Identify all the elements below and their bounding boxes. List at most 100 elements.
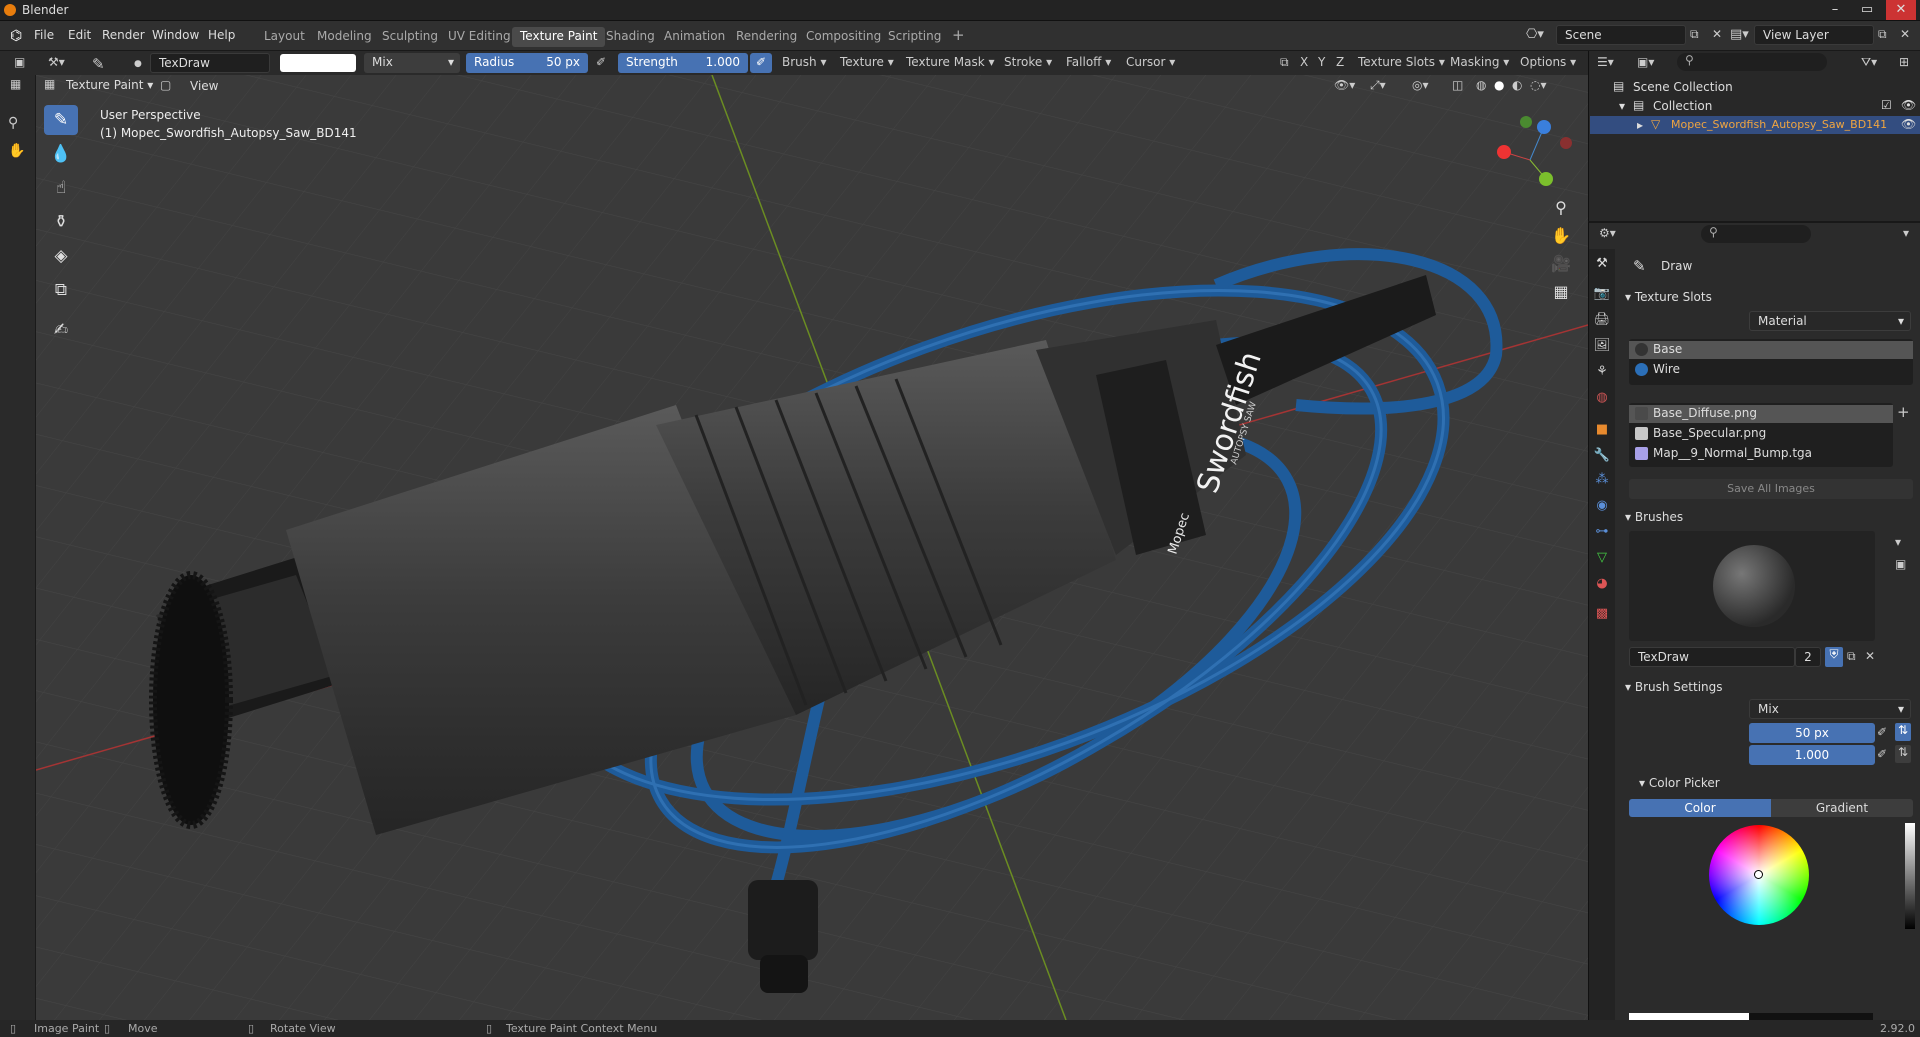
- radius-unit-toggle-icon[interactable]: ⇅: [1895, 723, 1911, 741]
- scene-icon[interactable]: ⎔▾: [1526, 27, 1544, 42]
- brush-color-swatch[interactable]: [280, 54, 356, 72]
- mask-tool-icon[interactable]: ⧉: [44, 275, 78, 305]
- tab-modeling[interactable]: Modeling: [309, 27, 380, 47]
- modifier-tab-icon[interactable]: 🔧: [1593, 447, 1611, 465]
- material-tab-icon[interactable]: ◕: [1593, 575, 1611, 593]
- add-texture-slot-icon[interactable]: +: [1897, 403, 1910, 421]
- list-item[interactable]: Map__9_Normal_Bump.tga: [1629, 445, 1893, 463]
- menu-edit[interactable]: Edit: [68, 28, 91, 42]
- list-item[interactable]: Base: [1629, 341, 1913, 359]
- scene-tab-icon[interactable]: ⚘: [1593, 363, 1611, 381]
- scene-collection-label[interactable]: Scene Collection: [1633, 80, 1733, 94]
- wireframe-shading-icon[interactable]: ◍: [1476, 78, 1486, 92]
- menu-render[interactable]: Render: [102, 28, 145, 42]
- blend-dropdown[interactable]: Mix ▾: [364, 53, 460, 73]
- collection-label[interactable]: Collection: [1653, 99, 1712, 113]
- world-tab-icon[interactable]: ◍: [1593, 389, 1611, 407]
- object-expand-icon[interactable]: ▸: [1637, 118, 1643, 132]
- collection-checkbox-icon[interactable]: ☑: [1881, 98, 1892, 112]
- strength-slider-field[interactable]: 1.000: [1749, 745, 1875, 765]
- 3d-viewport[interactable]: Mopec Swordfish AUTOPSY SAW ▦ Texture Pa…: [36, 75, 1588, 1020]
- fill-tool-icon[interactable]: ◈: [44, 241, 78, 271]
- draw-tool-icon[interactable]: ✎: [44, 105, 78, 135]
- filter-icon[interactable]: ⛛▾: [1861, 55, 1877, 70]
- material-shading-icon[interactable]: ◐: [1512, 78, 1522, 92]
- smear-tool-icon[interactable]: ☝: [44, 173, 78, 203]
- tab-compositing[interactable]: Compositing: [798, 27, 889, 47]
- texture-mask-menu[interactable]: Texture Mask ▾: [900, 53, 1001, 73]
- visibility-icon[interactable]: 👁▾: [1334, 78, 1355, 92]
- gradient-tab[interactable]: Gradient: [1771, 799, 1913, 817]
- radius-pressure-icon[interactable]: ✐: [590, 53, 612, 73]
- tool-dropdown-icon[interactable]: ⚒▾: [42, 53, 71, 73]
- brush-name-datablock[interactable]: TexDraw: [1629, 647, 1795, 667]
- view-layer-remove-icon[interactable]: ✕: [1900, 27, 1910, 41]
- axis-y-toggle[interactable]: Y: [1312, 53, 1331, 73]
- properties-search-input[interactable]: ⚲: [1701, 225, 1811, 243]
- mode-icon[interactable]: ▦: [44, 77, 55, 91]
- clone-tool-icon[interactable]: ⚱: [44, 207, 78, 237]
- texture-slots-menu[interactable]: Texture Slots ▾: [1352, 53, 1451, 73]
- menu-help[interactable]: Help: [208, 28, 235, 42]
- paint-mask-toggle-icon[interactable]: ▢: [160, 78, 171, 92]
- view-layer-new-icon[interactable]: ⧉: [1878, 27, 1887, 42]
- rendered-shading-icon[interactable]: ◌▾: [1530, 78, 1547, 92]
- brush-preview[interactable]: [1629, 531, 1875, 641]
- brush-icon[interactable]: ✎: [86, 53, 111, 73]
- unlink-brush-icon[interactable]: ✕: [1865, 649, 1875, 663]
- options-menu[interactable]: Options ▾: [1514, 53, 1582, 73]
- value-slider[interactable]: [1905, 823, 1915, 929]
- cursor-menu[interactable]: Cursor ▾: [1120, 53, 1181, 73]
- brush-name-field[interactable]: TexDraw: [150, 53, 270, 73]
- tab-scripting[interactable]: Scripting: [880, 27, 949, 47]
- camera-view-icon[interactable]: 🎥: [1548, 251, 1574, 277]
- gizmo-toggle-icon[interactable]: ⤢▾: [1370, 78, 1386, 93]
- physics-tab-icon[interactable]: ◉: [1593, 497, 1611, 515]
- close-button[interactable]: ✕: [1886, 0, 1916, 20]
- particles-tab-icon[interactable]: ⁂: [1593, 471, 1611, 489]
- strength-pressure-icon[interactable]: ✐: [750, 53, 773, 73]
- tab-animation[interactable]: Animation: [656, 27, 733, 47]
- render-tab-icon[interactable]: 📷: [1593, 285, 1611, 303]
- texture-tab-icon[interactable]: ▩: [1593, 605, 1611, 623]
- new-collection-icon[interactable]: ⊞: [1899, 55, 1909, 69]
- list-item[interactable]: Wire: [1629, 361, 1913, 379]
- tool-tab-icon[interactable]: ⚒: [1593, 255, 1611, 273]
- tab-sculpting[interactable]: Sculpting: [374, 27, 446, 47]
- list-item[interactable]: Base_Specular.png: [1629, 425, 1893, 443]
- brush-users-count[interactable]: 2: [1795, 647, 1821, 667]
- save-all-images-button[interactable]: Save All Images: [1629, 479, 1913, 499]
- collection-expand-icon[interactable]: ▾: [1619, 99, 1625, 113]
- zoom-view-icon[interactable]: ⚲: [1548, 195, 1574, 221]
- symmetry-icon[interactable]: ⧉: [1274, 53, 1295, 73]
- soften-tool-icon[interactable]: 💧: [44, 139, 78, 169]
- view-layer-tab-icon[interactable]: 🖼: [1593, 337, 1611, 355]
- list-item[interactable]: Base_Diffuse.png: [1629, 405, 1893, 423]
- tab-texture-paint[interactable]: Texture Paint: [512, 27, 606, 47]
- view-layer-icon[interactable]: ▤▾: [1730, 27, 1749, 42]
- brush-menu[interactable]: Brush ▾: [776, 53, 832, 73]
- falloff-menu[interactable]: Falloff ▾: [1060, 53, 1117, 73]
- data-tab-icon[interactable]: ▽: [1593, 549, 1611, 567]
- color-wheel[interactable]: [1709, 825, 1809, 925]
- editor-type-grid-icon[interactable]: ▦: [10, 77, 21, 91]
- maximize-button[interactable]: ▭: [1852, 0, 1882, 20]
- constraints-tab-icon[interactable]: ⊶: [1593, 523, 1611, 541]
- add-workspace-icon[interactable]: +: [944, 24, 973, 44]
- object-visibility-icon[interactable]: 👁: [1901, 117, 1916, 131]
- duplicate-brush-icon[interactable]: ⧉: [1847, 649, 1856, 664]
- scene-new-icon[interactable]: ⧉: [1690, 27, 1699, 42]
- stroke-menu[interactable]: Stroke ▾: [998, 53, 1058, 73]
- solid-shading-icon[interactable]: ●: [1494, 78, 1504, 92]
- menu-window[interactable]: Window: [152, 28, 199, 42]
- ortho-toggle-icon[interactable]: ▦: [1548, 279, 1574, 305]
- zoom-icon[interactable]: ⚲: [8, 115, 18, 131]
- radius-slider[interactable]: Radius 50 px: [466, 53, 588, 73]
- overlay-icon[interactable]: ◎▾: [1412, 78, 1429, 92]
- properties-editor-icon[interactable]: ⚙▾: [1599, 226, 1616, 240]
- object-label[interactable]: Mopec_Swordfish_Autopsy_Saw_BD141: [1671, 118, 1887, 131]
- scene-field[interactable]: Scene: [1556, 25, 1686, 45]
- brush-settings-header[interactable]: ▾ Brush Settings: [1615, 675, 1920, 699]
- menu-file[interactable]: File: [34, 28, 54, 42]
- xray-icon[interactable]: ◫: [1452, 78, 1463, 92]
